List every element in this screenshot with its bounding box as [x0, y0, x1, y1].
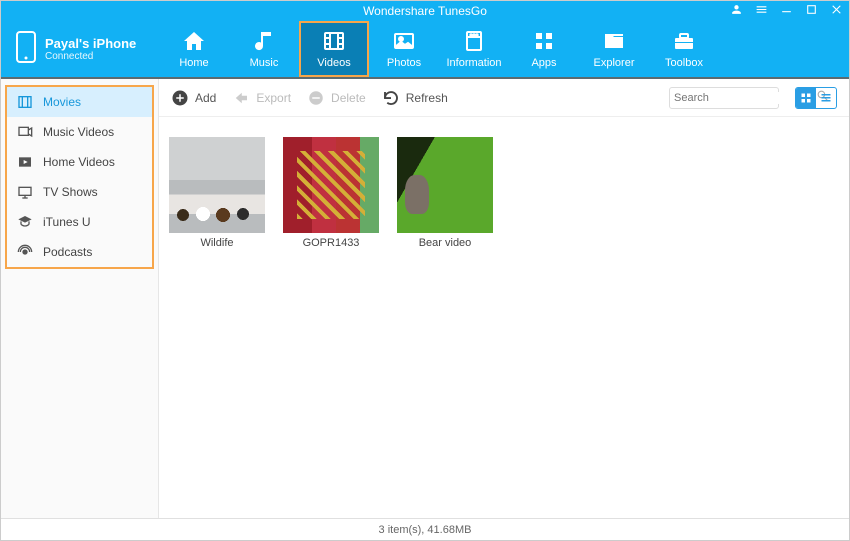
- add-button[interactable]: Add: [171, 89, 216, 107]
- sidebar-item-tv-shows[interactable]: TV Shows: [7, 177, 152, 207]
- sidebar-item-podcasts[interactable]: Podcasts: [7, 237, 152, 267]
- export-icon: [232, 89, 250, 107]
- video-item[interactable]: Bear video: [397, 137, 493, 249]
- nav-music[interactable]: Music: [229, 21, 299, 77]
- sidebar: Movies Music Videos Home Videos TV Shows…: [1, 79, 159, 518]
- sidebar-item-label: Movies: [43, 95, 81, 109]
- search-box[interactable]: [669, 87, 779, 109]
- home-icon: [181, 29, 207, 53]
- music-icon: [252, 29, 276, 53]
- phone-icon: [15, 31, 37, 68]
- export-button[interactable]: Export: [232, 89, 291, 107]
- title-bar: Wondershare TunesGo: [1, 1, 849, 21]
- sidebar-item-label: iTunes U: [43, 215, 91, 229]
- header: Payal's iPhone Connected Home Music Vide…: [1, 21, 849, 79]
- sidebar-item-itunes-u[interactable]: iTunes U: [7, 207, 152, 237]
- toolbox-icon: [671, 29, 697, 53]
- nav-toolbox[interactable]: Toolbox: [649, 21, 719, 77]
- nav-home[interactable]: Home: [159, 21, 229, 77]
- list-view-button[interactable]: [816, 88, 836, 108]
- nav-information[interactable]: Information: [439, 21, 509, 77]
- sidebar-item-label: Home Videos: [43, 155, 115, 169]
- video-icon: [321, 29, 347, 53]
- information-icon: [462, 29, 486, 53]
- device-name: Payal's iPhone: [45, 36, 136, 51]
- sidebar-item-home-videos[interactable]: Home Videos: [7, 147, 152, 177]
- music-videos-icon: [17, 124, 33, 140]
- apps-icon: [532, 29, 556, 53]
- app-title: Wondershare TunesGo: [363, 4, 487, 18]
- sidebar-item-movies[interactable]: Movies: [7, 87, 152, 117]
- add-icon: [171, 89, 189, 107]
- toolbar: Add Export Delete Refresh: [159, 79, 849, 117]
- grid-view-button[interactable]: [796, 88, 816, 108]
- photos-icon: [391, 29, 417, 53]
- video-thumbnail: [397, 137, 493, 233]
- body: Movies Music Videos Home Videos TV Shows…: [1, 79, 849, 518]
- user-icon[interactable]: [730, 3, 743, 16]
- delete-button[interactable]: Delete: [307, 89, 366, 107]
- sidebar-item-label: Podcasts: [43, 245, 92, 259]
- movies-icon: [17, 94, 33, 110]
- video-title: Bear video: [419, 237, 472, 249]
- main-nav: Home Music Videos Photos Information App…: [159, 21, 849, 77]
- device-status: Connected: [45, 51, 136, 62]
- nav-photos[interactable]: Photos: [369, 21, 439, 77]
- video-thumbnail: [169, 137, 265, 233]
- minimize-icon[interactable]: [780, 3, 793, 16]
- maximize-icon[interactable]: [805, 3, 818, 16]
- nav-apps[interactable]: Apps: [509, 21, 579, 77]
- content: Add Export Delete Refresh: [159, 79, 849, 518]
- tv-icon: [17, 184, 33, 200]
- delete-icon: [307, 89, 325, 107]
- video-grid: Wildife GOPR1433 Bear video: [159, 117, 849, 518]
- window-controls: [730, 3, 843, 16]
- video-thumbnail: [283, 137, 379, 233]
- nav-videos[interactable]: Videos: [299, 21, 369, 77]
- view-toggle: [795, 87, 837, 109]
- podcasts-icon: [17, 244, 33, 260]
- refresh-icon: [382, 89, 400, 107]
- video-item[interactable]: GOPR1433: [283, 137, 379, 249]
- video-title: GOPR1433: [303, 237, 360, 249]
- sidebar-item-label: Music Videos: [43, 125, 114, 139]
- status-bar: 3 item(s), 41.68MB: [1, 518, 849, 540]
- status-text: 3 item(s), 41.68MB: [379, 524, 472, 536]
- sidebar-item-music-videos[interactable]: Music Videos: [7, 117, 152, 147]
- device-panel[interactable]: Payal's iPhone Connected: [1, 21, 159, 77]
- video-title: Wildife: [200, 237, 233, 249]
- close-icon[interactable]: [830, 3, 843, 16]
- video-item[interactable]: Wildife: [169, 137, 265, 249]
- explorer-icon: [601, 29, 627, 53]
- refresh-button[interactable]: Refresh: [382, 89, 448, 107]
- itunes-u-icon: [17, 214, 33, 230]
- sidebar-item-label: TV Shows: [43, 185, 98, 199]
- nav-explorer[interactable]: Explorer: [579, 21, 649, 77]
- home-videos-icon: [17, 154, 33, 170]
- menu-icon[interactable]: [755, 3, 768, 16]
- sidebar-highlight: Movies Music Videos Home Videos TV Shows…: [5, 85, 154, 269]
